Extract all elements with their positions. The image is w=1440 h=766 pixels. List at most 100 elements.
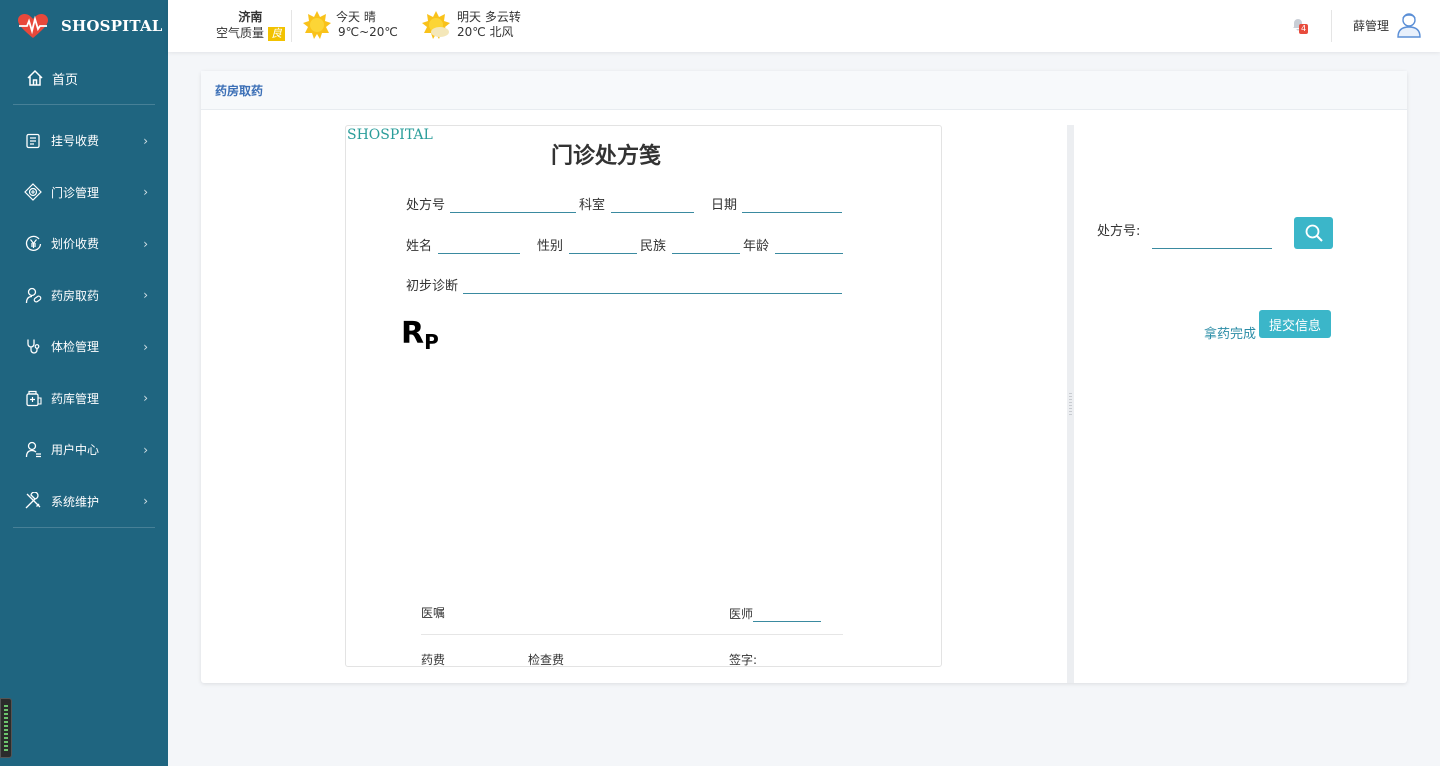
prescription-no-input[interactable]	[1152, 221, 1272, 249]
medicine-done-link[interactable]: 拿药完成	[1204, 323, 1256, 342]
splitter-grip[interactable]	[1069, 393, 1072, 415]
prescription-footer-1: 医嘱 医师	[421, 604, 843, 622]
field-name[interactable]	[438, 236, 521, 254]
city-name: 济南	[238, 10, 263, 24]
field-dept[interactable]	[611, 195, 695, 213]
chevron-right-icon: ›	[143, 442, 148, 457]
user-icon	[24, 441, 42, 459]
prescription-paper: SHOSPITAL 门诊处方笺 处方号 科室 日期 姓名 性别 民族 年龄 初步…	[345, 125, 942, 667]
topbar: 济南 空气质量 良 今天 晴 9℃~20℃ 明天 多云转 20℃ 北风 4 薛管…	[168, 0, 1440, 52]
field-sex[interactable]	[569, 236, 638, 254]
tomorrow-day: 明天	[457, 10, 482, 24]
tomorrow-desc: 多云转	[484, 10, 521, 24]
sidebar-item-label: 用户中心	[51, 443, 100, 458]
submit-button[interactable]: 提交信息	[1259, 310, 1331, 338]
air-quality-badge: 良	[267, 27, 285, 41]
pharmacy-icon	[24, 286, 42, 304]
sidebar-item-label: 药房取药	[51, 288, 100, 303]
sidebar-divider	[13, 527, 155, 528]
weather-today: 今天 晴 9℃~20℃	[302, 10, 398, 40]
search-label: 处方号:	[1097, 224, 1141, 239]
yuan-icon	[24, 235, 42, 253]
chevron-right-icon: ›	[143, 133, 148, 148]
sidebar-item-label: 系统维护	[51, 494, 100, 509]
today-day: 今天	[336, 10, 361, 24]
label-prescription-no: 处方号	[406, 198, 446, 213]
label-name: 姓名	[406, 239, 433, 254]
weather-city: 济南 空气质量 良	[216, 9, 285, 41]
panel-splitter[interactable]	[1067, 125, 1074, 683]
field-date[interactable]	[742, 195, 843, 213]
today-desc: 晴	[363, 10, 376, 24]
sidebar-item-label: 体检管理	[51, 340, 100, 355]
chevron-right-icon: ›	[143, 494, 148, 509]
content-card: 药房取药 SHOSPITAL 门诊处方笺 处方号 科室 日期 姓名 性别 民族 …	[201, 71, 1407, 683]
sidebar-item-pharmacy[interactable]: 药房取药 ›	[0, 270, 168, 322]
label-sex: 性别	[537, 239, 564, 254]
sidebar-item-home[interactable]: 首页	[0, 52, 168, 104]
heart-pulse-icon	[18, 14, 48, 38]
prescription-row-3: 初步诊断	[406, 275, 845, 294]
chevron-right-icon: ›	[143, 391, 148, 406]
stethoscope-icon	[24, 338, 42, 356]
doctor-group: 医师	[729, 604, 824, 622]
label-ethnic: 民族	[640, 239, 667, 254]
clinic-icon	[24, 183, 42, 202]
label-advice: 医嘱	[421, 606, 446, 620]
label-exam-fee: 检查费	[528, 653, 565, 667]
brand-name: SHOSPITAL	[61, 17, 163, 35]
sidebar-item-label: 药库管理	[51, 391, 100, 406]
home-icon	[27, 69, 43, 86]
field-age[interactable]	[775, 236, 844, 254]
sidebar: SHOSPITAL 首页 挂号收费 › 门诊管理 › 划价收费 › 药房取药 ›…	[0, 0, 168, 766]
label-diagnosis: 初步诊断	[406, 279, 459, 294]
label-drug-fee: 药费	[421, 653, 446, 667]
rp-symbol: RP	[401, 316, 439, 354]
search-icon	[1305, 224, 1323, 242]
chevron-right-icon: ›	[143, 339, 148, 354]
sidebar-item-label: 门诊管理	[51, 185, 100, 200]
prescription-title: 门诊处方笺	[550, 144, 661, 169]
air-quality-label: 空气质量	[216, 26, 265, 40]
sidebar-item-checkup[interactable]: 体检管理 ›	[0, 321, 168, 373]
sidebar-item-drugstore[interactable]: 药库管理 ›	[0, 373, 168, 425]
chevron-right-icon: ›	[143, 236, 148, 251]
field-ethnic[interactable]	[672, 236, 741, 254]
label-doctor: 医师	[729, 607, 754, 621]
search-button[interactable]	[1294, 217, 1333, 249]
divider	[1331, 10, 1332, 42]
tomorrow-temp: 20℃ 北风	[457, 25, 514, 39]
volume-bars	[4, 705, 8, 751]
user-name: 薛管理	[1353, 18, 1390, 33]
notification-button[interactable]: 4	[1291, 17, 1309, 35]
sidebar-item-clinic[interactable]: 门诊管理 ›	[0, 167, 168, 219]
label-date: 日期	[711, 198, 738, 213]
footer-divider	[421, 634, 843, 635]
today-temp: 9℃~20℃	[338, 25, 398, 39]
avatar	[1397, 13, 1421, 38]
page-title: 药房取药	[201, 71, 1407, 110]
sidebar-item-user-center[interactable]: 用户中心 ›	[0, 424, 168, 476]
tools-icon	[24, 492, 42, 510]
brand[interactable]: SHOSPITAL	[0, 0, 168, 52]
label-dept: 科室	[579, 198, 606, 213]
volume-widget[interactable]	[0, 698, 12, 758]
label-signature: 签字:	[729, 653, 758, 667]
medicine-box-icon	[24, 389, 42, 407]
sidebar-item-label: 划价收费	[51, 237, 100, 252]
field-prescription-no[interactable]	[450, 195, 577, 213]
field-doctor[interactable]	[753, 604, 822, 622]
label-age: 年龄	[743, 239, 770, 254]
sidebar-item-label: 首页	[52, 72, 79, 88]
rp-sub: P	[424, 330, 439, 354]
sidebar-item-system[interactable]: 系统维护 ›	[0, 476, 168, 528]
divider	[291, 10, 292, 42]
user-menu[interactable]: 薛管理	[1353, 12, 1421, 38]
field-diagnosis[interactable]	[463, 276, 843, 294]
notification-count: 4	[1299, 24, 1309, 34]
sidebar-menu: 挂号收费 › 门诊管理 › 划价收费 › 药房取药 › 体检管理 › 药库管理 …	[0, 105, 168, 527]
rp-main: R	[401, 316, 425, 351]
sidebar-item-register[interactable]: 挂号收费 ›	[0, 115, 168, 167]
sidebar-item-pricing[interactable]: 划价收费 ›	[0, 218, 168, 270]
sun-icon	[303, 11, 331, 39]
